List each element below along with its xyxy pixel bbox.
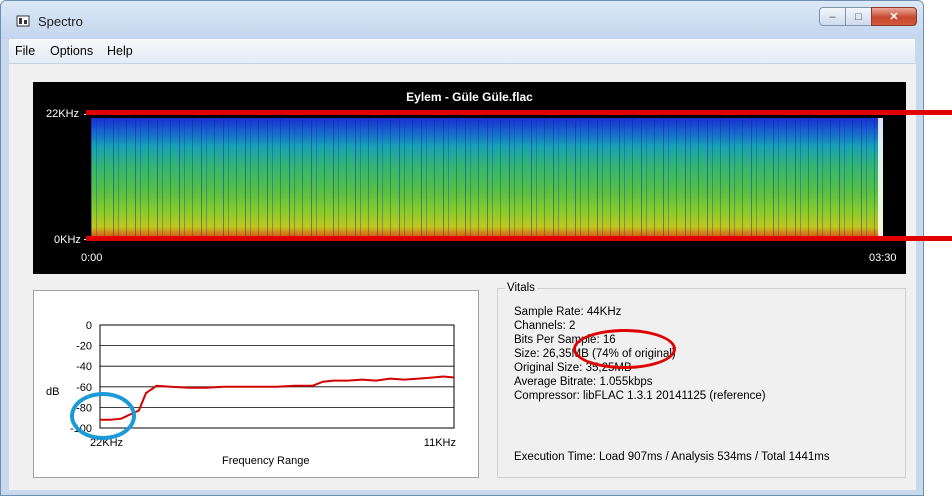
menu-options[interactable]: Options xyxy=(50,44,93,58)
vital-average-bitrate: Average Bitrate: 1.055kbps xyxy=(514,376,653,388)
vital-sample-rate: Sample Rate: 44KHz xyxy=(514,306,622,318)
maximize-button[interactable]: □ xyxy=(845,7,872,26)
execution-time: Execution Time: Load 907ms / Analysis 53… xyxy=(514,451,830,463)
y-axis-label: dB xyxy=(46,386,60,398)
frequency-response-plot: 0-20-40-60-80-10022KHz 11KHz xyxy=(70,320,456,449)
spectrogram-image xyxy=(91,118,883,239)
freq-top-label: 22KHz xyxy=(46,108,80,120)
plot-area xyxy=(99,324,455,429)
annotation-blue-ellipse xyxy=(70,392,136,440)
menu-help[interactable]: Help xyxy=(107,44,133,58)
freq-bottom-label: 0KHz xyxy=(54,234,81,246)
annotation-red-line-top xyxy=(86,110,952,115)
menu-file[interactable]: File xyxy=(15,44,35,58)
client-area: Eylem - Güle Güle.flac 22KHz 0KHz 0:00 0… xyxy=(9,64,916,490)
x-axis-title: Frequency Range xyxy=(222,455,310,467)
caption-buttons: ‒ □ ✕ xyxy=(819,7,917,27)
close-icon: ✕ xyxy=(889,11,899,23)
annotation-red-line-bottom xyxy=(86,236,952,241)
time-start-label: 0:00 xyxy=(81,252,103,264)
y-tick-label: -40 xyxy=(76,361,92,373)
spectro-window: Spectro ‒ □ ✕ File Options Help Eylem - … xyxy=(0,0,924,496)
close-button[interactable]: ✕ xyxy=(871,7,917,26)
spectrogram-title: Eylem - Güle Güle.flac xyxy=(406,90,533,104)
y-tick-label: -20 xyxy=(76,341,92,353)
window-title: Spectro xyxy=(38,14,83,29)
vitals-legend: Vitals xyxy=(505,282,537,294)
vitals-group: Vitals Sample Rate: 44KHz Channels: 2 Bi… xyxy=(497,282,906,478)
y-tick-label: 0 xyxy=(86,320,92,332)
frequency-graph-panel: 0 -20 -40 -60 -80 -100 22KHz 11KHz dB Frequency… xyxy=(33,290,479,478)
vital-compressor: Compressor: libFLAC 1.3.1 20141125 (refe… xyxy=(514,390,766,402)
maximize-icon: □ xyxy=(855,10,862,23)
minimize-icon: ‒ xyxy=(829,10,836,23)
time-end-label: 03:30 xyxy=(869,252,897,264)
x-tick-label-right: 11KHz xyxy=(424,437,456,449)
vital-channels: Channels: 2 xyxy=(514,320,576,332)
menu-bar: File Options Help xyxy=(9,39,915,64)
spectro-app-icon xyxy=(16,15,30,27)
annotation-red-ellipse xyxy=(573,329,676,369)
y-tick-label: -60 xyxy=(76,382,92,394)
title-bar[interactable]: Spectro ‒ □ ✕ xyxy=(1,1,923,39)
minimize-button[interactable]: ‒ xyxy=(819,7,846,26)
